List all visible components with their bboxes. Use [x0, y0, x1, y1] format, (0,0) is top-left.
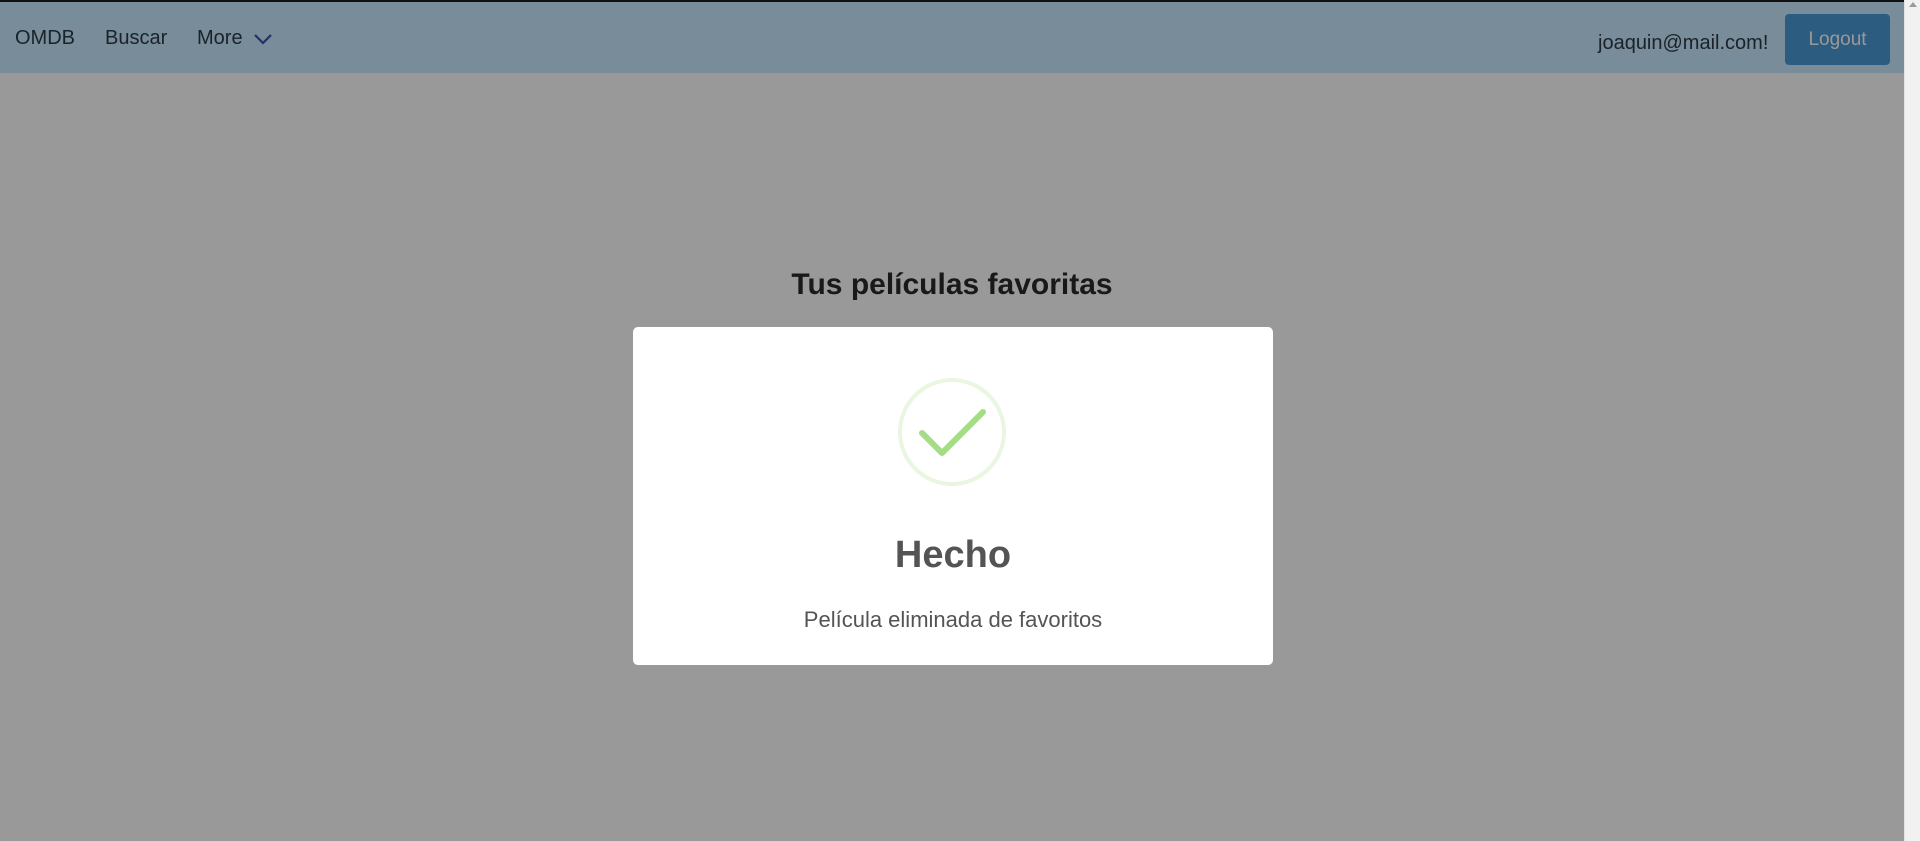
success-dialog: Hecho Película eliminada de favoritos [633, 327, 1273, 665]
scroll-up-arrow-icon[interactable] [1909, 2, 1917, 7]
dialog-title: Hecho [894, 534, 1012, 576]
vertical-scrollbar[interactable] [1904, 0, 1920, 841]
success-check-icon [898, 378, 1006, 486]
dialog-message: Película eliminada de favoritos [803, 607, 1103, 632]
